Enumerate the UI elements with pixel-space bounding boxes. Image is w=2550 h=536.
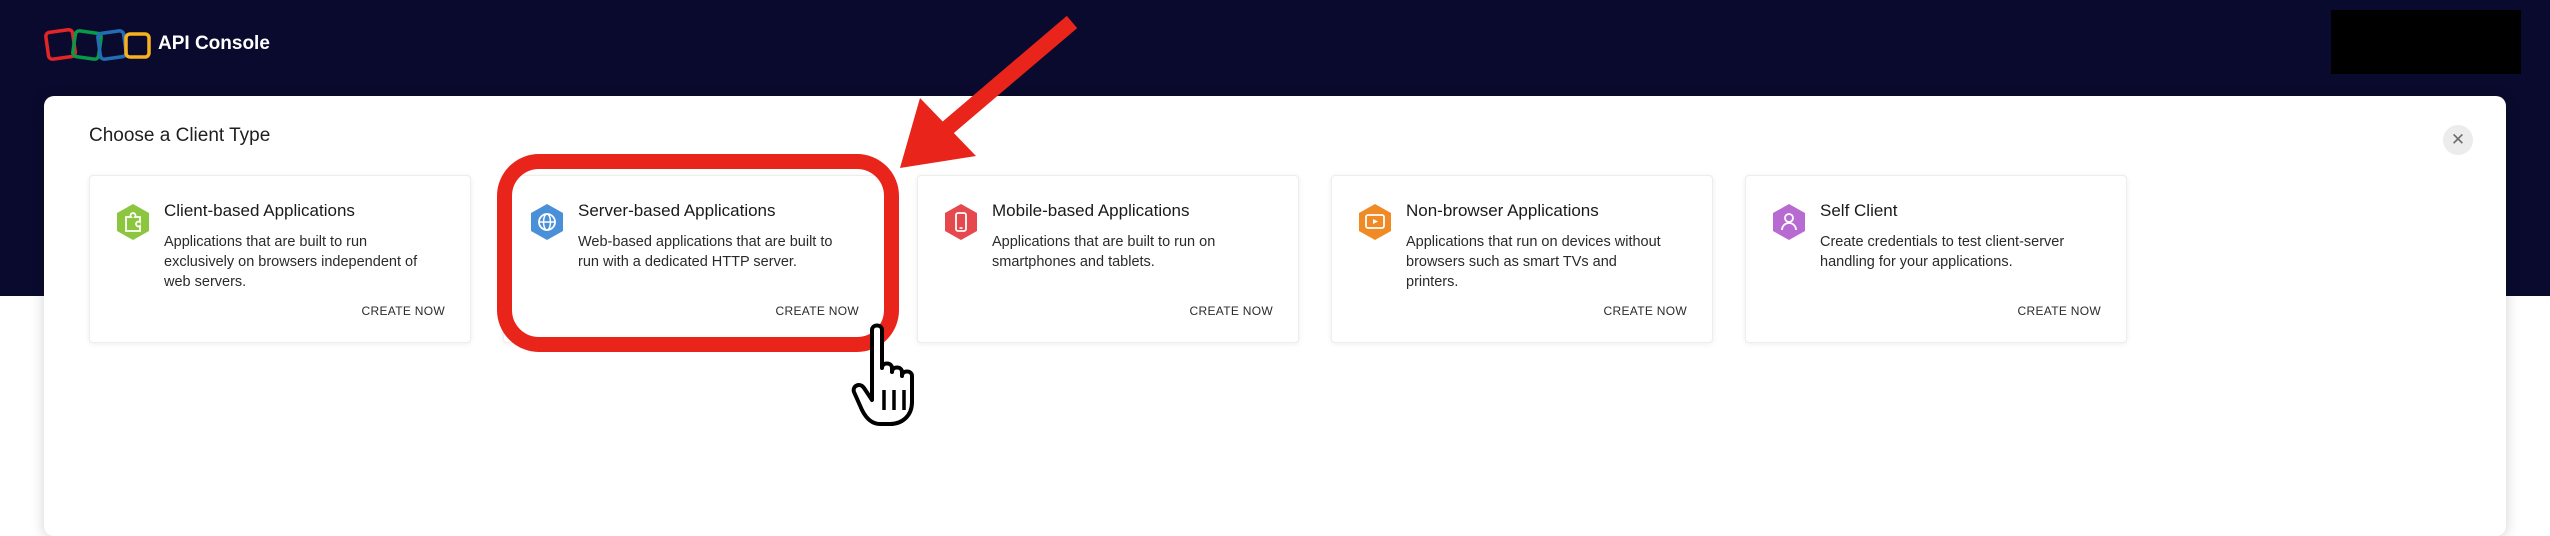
client-type-dialog: Choose a Client Type ✕ Client-based Appl…	[44, 96, 2506, 536]
user-icon	[1773, 204, 1805, 240]
pointer-arrow-icon	[900, 15, 1078, 168]
card-description: Create credentials to test client-server…	[1820, 234, 2065, 270]
card-description: Applications that are built to run on sm…	[992, 234, 1216, 270]
card-title: Client-based Applications	[164, 201, 355, 220]
create-now-link[interactable]: CREATE NOW	[1604, 304, 1687, 318]
dialog-title: Choose a Client Type	[89, 125, 271, 146]
card-title: Mobile-based Applications	[992, 201, 1190, 220]
card-description: Applications that run on devices without…	[1406, 234, 1661, 290]
create-now-link[interactable]: CREATE NOW	[2018, 304, 2101, 318]
card-non-browser[interactable]: Non-browser Applications Applications th…	[1331, 175, 1713, 343]
card-client-based[interactable]: Client-based Applications Applications t…	[89, 175, 471, 343]
logo	[44, 27, 151, 61]
close-icon: ✕	[2450, 130, 2466, 149]
close-button[interactable]: ✕	[2443, 125, 2473, 155]
create-now-link[interactable]: CREATE NOW	[362, 304, 445, 318]
card-title: Non-browser Applications	[1406, 201, 1599, 220]
mobile-icon	[945, 204, 977, 240]
redacted-area	[2331, 10, 2521, 74]
puzzle-icon	[117, 204, 149, 240]
card-title: Self Client	[1820, 201, 1898, 220]
hand-cursor-icon	[851, 323, 914, 426]
card-mobile-based[interactable]: Mobile-based Applications Applications t…	[917, 175, 1299, 343]
app-title: API Console	[158, 33, 270, 54]
create-now-link[interactable]: CREATE NOW	[1190, 304, 1273, 318]
card-description: Applications that are built to run exclu…	[164, 234, 418, 290]
card-self-client[interactable]: Self Client Create credentials to test c…	[1745, 175, 2127, 343]
tv-icon	[1359, 204, 1391, 240]
